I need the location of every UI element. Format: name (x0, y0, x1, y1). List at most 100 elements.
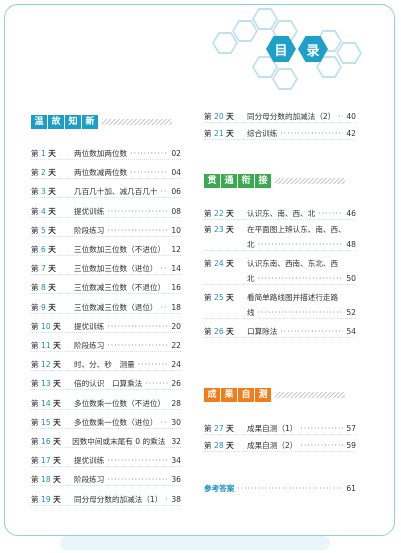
toc-entry-continuation[interactable]: 线 52 (204, 308, 356, 319)
entry-page: 20 (171, 321, 181, 331)
tag-char: 自 (238, 388, 254, 402)
day-label: 第 11 天 (31, 341, 74, 351)
entry-title: 三位数减三位数（不退位） (74, 283, 166, 293)
day-suffix: 天 (226, 424, 234, 433)
toc-entry[interactable]: 第 24 天认识东南、西南、东北、西 (204, 259, 356, 269)
entry-title: 提优训练 (74, 321, 105, 331)
entry-title: 时、分、秒 测量 (74, 360, 135, 370)
day-prefix: 第 (31, 417, 39, 427)
day-number: 26 (211, 326, 227, 336)
entry-title: 因数中间或末尾有 0 的乘法 (72, 437, 166, 446)
toc-entry-continuation[interactable]: 北 48 (204, 240, 356, 251)
toc-entry[interactable]: 第 15 天多位数乘一位数（进位）30 (31, 418, 181, 429)
leader-dots (300, 424, 343, 434)
toc-entry-continuation[interactable]: 北 50 (204, 274, 356, 285)
entry-title: 口算除法 (247, 326, 278, 336)
leader-dots (130, 149, 168, 159)
section-tag: 贯 通 衔 接 (204, 174, 271, 188)
day-number: 5 (38, 225, 49, 235)
day-prefix: 第 (31, 494, 39, 504)
day-suffix: 天 (48, 302, 56, 312)
day-number: 27 (211, 424, 227, 433)
toc-entry[interactable]: 第 7 天三位数加三位数（进位） 14 (31, 264, 181, 276)
leader-dots (338, 112, 343, 122)
bottom-strip (60, 536, 330, 550)
toc-entry[interactable]: 第 10 天提优训练20 (31, 322, 181, 333)
toc-entry[interactable]: 第 11 天阶段练习22 (31, 341, 181, 352)
day-suffix: 天 (53, 437, 61, 446)
day-number: 14 (38, 398, 54, 408)
day-number: 2 (38, 168, 49, 178)
day-number: 21 (211, 129, 227, 138)
entry-title: 成果自测（1） (247, 424, 298, 433)
tag-char: 果 (221, 388, 237, 402)
toc-entry[interactable]: 第 13 天倍的认识 口算乘法26 (31, 379, 181, 391)
day-number: 1 (38, 149, 49, 158)
toc-entry[interactable]: 第 25 天看简单路线图并描述行走路 (204, 293, 356, 303)
day-prefix: 第 (204, 292, 212, 302)
day-prefix: 第 (204, 258, 212, 268)
entry-page: 34 (171, 456, 181, 466)
day-spacer (204, 274, 247, 284)
toc-entry[interactable]: 第 22 天认识东、南、西、北46 (204, 209, 356, 220)
entry-page: 48 (346, 239, 356, 249)
leader-dots (107, 226, 168, 236)
day-prefix: 第 (204, 129, 212, 138)
toc-entry[interactable]: 第 5 天阶段练习10 (31, 226, 181, 237)
entry-title: 两位数减两位数 (74, 168, 128, 178)
leader-dots (280, 327, 343, 337)
entry-title: 在平面图上辨认东、南、西、 (247, 224, 346, 234)
entry-title: 三位数加三位数（不进位） (74, 245, 166, 254)
toc-entry[interactable]: 第 3 天几百几十加、减几百几十06 (31, 187, 181, 199)
leader-dots (318, 209, 343, 219)
day-prefix: 第 (31, 360, 39, 370)
toc-entry[interactable]: 第 20 天同分母分数的加减法（2）40 (204, 112, 356, 123)
entry-page: 46 (346, 209, 356, 218)
toc-entry[interactable]: 第 21 天综合训练42 (204, 129, 356, 140)
toc-entry[interactable]: 第 8 天三位数减三位数（不退位）16 (31, 283, 181, 295)
entry-page: 30 (171, 417, 181, 427)
entry-page: 52 (346, 307, 356, 317)
answers-entry[interactable]: 参考答案 61 (204, 484, 356, 494)
day-number: 15 (38, 417, 54, 427)
toc-entry[interactable]: 第 2 天两位数减两位数04 (31, 168, 181, 180)
day-label: 第 7 天 (31, 264, 74, 274)
toc-entry[interactable]: 第 6 天三位数加三位数（不进位）12 (31, 245, 181, 256)
toc-entry[interactable]: 第 19 天同分母分数的加减法（1）38 (31, 495, 181, 506)
toc-entry[interactable]: 第 12 天时、分、秒 测量24 (31, 360, 181, 372)
toc-entry[interactable]: 第 28 天成果自测（2）59 (204, 441, 356, 452)
toc-entry[interactable]: 第 26 天口算除法54 (204, 327, 356, 338)
entry-title: 三位数减三位数（退位） (74, 302, 158, 312)
toc-entry[interactable]: 第 16 天因数中间或末尾有 0 的乘法 32 (31, 437, 181, 448)
day-prefix: 第 (31, 264, 39, 274)
toc-entry[interactable]: 第 27 天成果自测（1）57 (204, 424, 356, 435)
day-prefix: 第 (31, 302, 39, 312)
entry-page: 14 (171, 264, 181, 274)
day-number: 10 (38, 321, 54, 331)
day-number: 6 (38, 245, 49, 254)
day-suffix: 天 (48, 283, 56, 293)
entry-title: 同分母分数的加减法（2） (247, 112, 336, 121)
toc-entry[interactable]: 第 9 天三位数减三位数（退位）18 (31, 303, 181, 314)
answers-page: 61 (346, 484, 356, 493)
day-suffix: 天 (48, 225, 56, 235)
day-label: 第 6 天 (31, 245, 74, 255)
day-label: 第 8 天 (31, 283, 74, 293)
day-number: 12 (38, 360, 54, 370)
toc-entry[interactable]: 第 18 天阶段练习36 (31, 475, 181, 487)
tag-char: 故 (48, 115, 64, 129)
day-suffix: 天 (53, 398, 61, 408)
day-label: 第 22 天 (204, 209, 247, 219)
toc-entry[interactable]: 第 14 天多位数乘一位数（不进位）28 (31, 399, 181, 410)
section-header-selftest: 成 果 自 测 (204, 388, 345, 402)
toc-entry[interactable]: 第 17 天提优训练34 (31, 456, 181, 468)
toc-entry[interactable]: 第 23 天在平面图上辨认东、南、西、 (204, 225, 356, 235)
day-number: 24 (211, 258, 227, 268)
day-suffix: 天 (226, 258, 234, 268)
day-prefix: 第 (31, 168, 39, 178)
toc-entry[interactable]: 第 4 天提优训练08 (31, 207, 181, 218)
entry-title: 三位数加三位数（进位） (74, 264, 158, 274)
toc-entry[interactable]: 第 1 天两位数加两位数02 (31, 149, 181, 160)
day-suffix: 天 (226, 441, 234, 450)
entry-title-continuation: 北 (247, 239, 255, 249)
